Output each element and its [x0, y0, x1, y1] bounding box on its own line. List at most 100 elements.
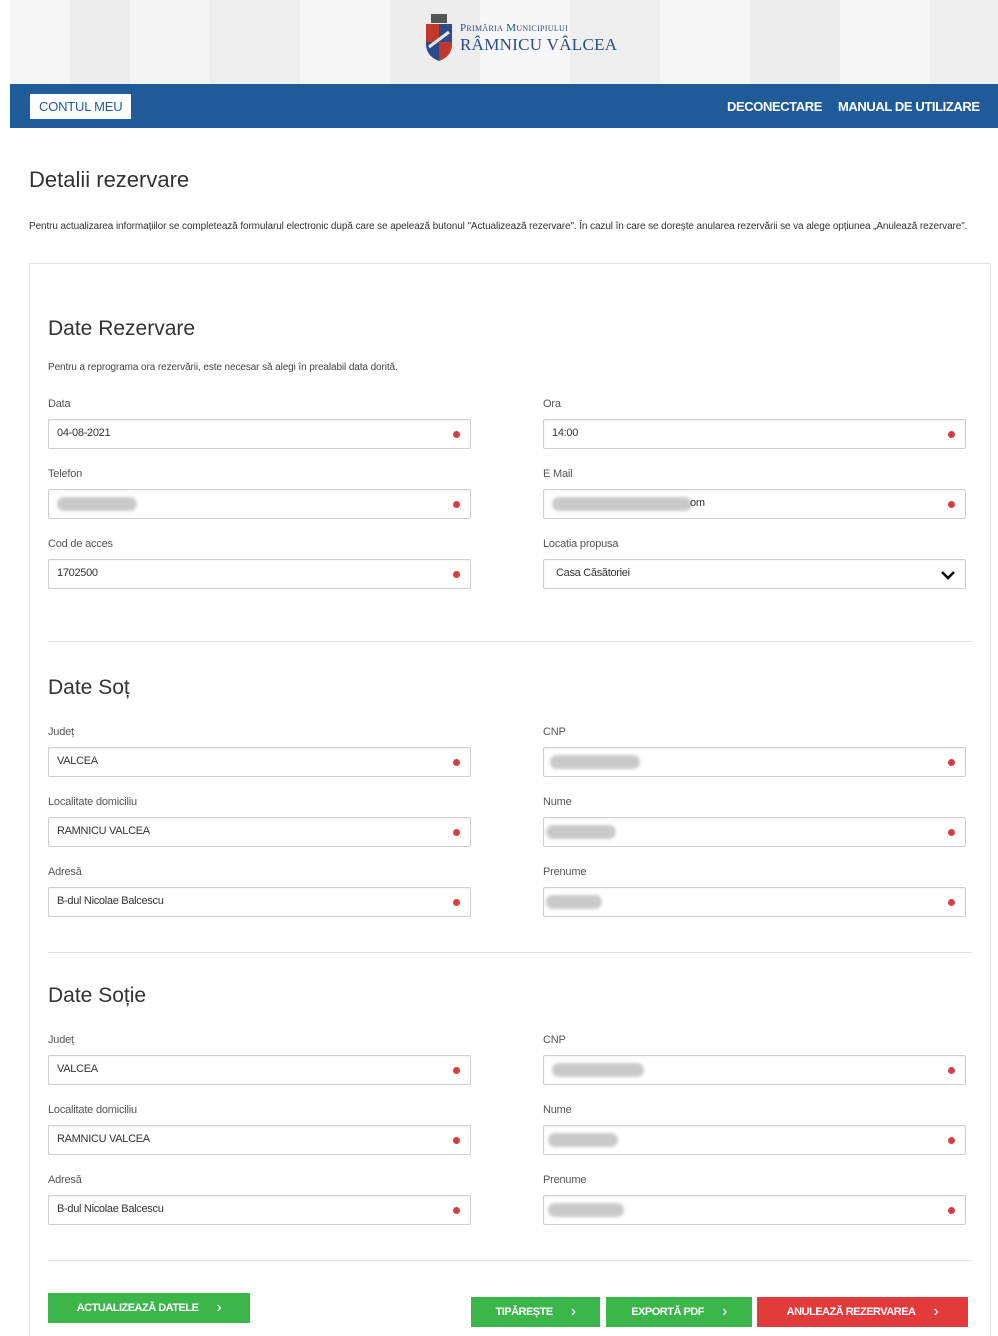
husband-cnp-input[interactable]: [543, 747, 966, 777]
wife-county-value: VALCEA: [57, 1063, 98, 1075]
wife-firstname-label: Prenume: [543, 1174, 587, 1186]
chevron-right-icon: ›: [216, 1299, 222, 1316]
section-title-reservation: Date Rezervare: [48, 317, 196, 340]
wife-locality-input[interactable]: RAMNICU VALCEA: [48, 1125, 471, 1155]
wife-cnp-input[interactable]: [543, 1055, 966, 1085]
wife-locality-label: Localitate domiciliu: [48, 1104, 137, 1116]
date-input[interactable]: 04-08-2021: [48, 419, 471, 449]
required-indicator: [453, 431, 460, 438]
wife-address-value: B-dul Nicolae Balcescu: [57, 1203, 164, 1215]
section-title-wife: Date Soție: [48, 984, 147, 1007]
required-indicator: [948, 1067, 955, 1074]
location-label: Locatia propusa: [543, 538, 619, 550]
export-pdf-button[interactable]: EXPORTĂ PDF ›: [606, 1297, 752, 1327]
coat-of-arms-icon: [426, 14, 452, 61]
husband-firstname-label: Prenume: [543, 866, 587, 878]
reschedule-note: Pentru a reprograma ora rezervării, este…: [48, 362, 398, 373]
export-pdf-label: EXPORTĂ PDF: [631, 1306, 704, 1318]
redacted-value: [546, 895, 602, 909]
logo-line1: Primăria Municipiului: [460, 22, 569, 34]
phone-input[interactable]: [48, 489, 471, 519]
redacted-value: [552, 1063, 644, 1077]
access-code-input[interactable]: 1702500: [48, 559, 471, 589]
location-value: Casa Căsătoriei: [556, 567, 630, 579]
redacted-value: [552, 497, 692, 511]
wife-lastname-input[interactable]: [543, 1125, 966, 1155]
husband-lastname-input[interactable]: [543, 817, 966, 847]
wife-firstname-input[interactable]: [543, 1195, 966, 1225]
wife-county-input[interactable]: VALCEA: [48, 1055, 471, 1085]
time-input[interactable]: 14:00: [543, 419, 966, 449]
husband-locality-label: Localitate domiciliu: [48, 796, 137, 808]
required-indicator: [948, 1137, 955, 1144]
section-title-husband: Date Soț: [48, 676, 130, 699]
phone-label: Telefon: [48, 468, 83, 480]
wife-address-label: Adresă: [48, 1174, 82, 1186]
redacted-value: [548, 1133, 618, 1147]
husband-address-label: Adresă: [48, 866, 82, 878]
required-indicator: [453, 899, 460, 906]
husband-county-label: Județ: [48, 726, 74, 738]
husband-county-value: VALCEA: [57, 755, 98, 767]
husband-county-input[interactable]: VALCEA: [48, 747, 471, 777]
logout-link[interactable]: DECONECTARE: [727, 99, 822, 114]
chevron-right-icon: ›: [570, 1303, 576, 1320]
chevron-right-icon: ›: [933, 1303, 939, 1320]
required-indicator: [948, 899, 955, 906]
redacted-value: [546, 825, 616, 839]
print-label: TIPĂREȘTE: [495, 1306, 553, 1318]
city-logo[interactable]: Primăria Municipiului RÂMNICU VÂLCEA: [424, 14, 617, 62]
user-manual-link[interactable]: MANUAL DE UTILIZARE: [838, 99, 980, 114]
access-code-value: 1702500: [57, 567, 98, 579]
required-indicator: [453, 1207, 460, 1214]
wife-address-input[interactable]: B-dul Nicolae Balcescu: [48, 1195, 471, 1225]
required-indicator: [453, 1067, 460, 1074]
page-intro: Pentru actualizarea informațiilor se com…: [29, 221, 968, 232]
chevron-down-icon: [941, 571, 955, 580]
location-select[interactable]: Casa Căsătoriei: [543, 559, 966, 589]
wife-lastname-label: Nume: [543, 1104, 572, 1116]
husband-locality-input[interactable]: RAMNICU VALCEA: [48, 817, 471, 847]
husband-lastname-label: Nume: [543, 796, 572, 808]
wife-cnp-label: CNP: [543, 1034, 566, 1046]
section-divider: [48, 641, 972, 642]
required-indicator: [948, 759, 955, 766]
husband-locality-value: RAMNICU VALCEA: [57, 825, 150, 837]
email-input[interactable]: om: [543, 489, 966, 519]
section-divider: [48, 952, 972, 953]
site-header: Primăria Municipiului RÂMNICU VÂLCEA: [10, 0, 998, 84]
print-button[interactable]: TIPĂREȘTE ›: [471, 1297, 600, 1327]
section-divider: [48, 1260, 972, 1261]
redacted-value: [548, 1203, 624, 1217]
logo-line2: RÂMNICU VÂLCEA: [460, 35, 618, 54]
my-account-button[interactable]: CONTUL MEU: [30, 94, 132, 119]
update-data-button[interactable]: ACTUALIZEAZĂ DATELE ›: [48, 1293, 250, 1323]
husband-address-value: B-dul Nicolae Balcescu: [57, 895, 164, 907]
update-data-label: ACTUALIZEAZĂ DATELE: [76, 1302, 199, 1314]
top-navbar: CONTUL MEU DECONECTARE MANUAL DE UTILIZA…: [10, 84, 998, 128]
wife-county-label: Județ: [48, 1034, 74, 1046]
cancel-reservation-label: ANULEAZĂ REZERVAREA: [786, 1306, 916, 1318]
page-title: Detalii rezervare: [29, 167, 190, 192]
husband-address-input[interactable]: B-dul Nicolae Balcescu: [48, 887, 471, 917]
date-value: 04-08-2021: [57, 427, 111, 439]
cancel-reservation-button[interactable]: ANULEAZĂ REZERVAREA ›: [757, 1297, 968, 1327]
required-indicator: [948, 829, 955, 836]
redacted-value: [550, 755, 640, 769]
required-indicator: [453, 829, 460, 836]
time-value: 14:00: [552, 427, 579, 439]
wife-locality-value: RAMNICU VALCEA: [57, 1133, 150, 1145]
redacted-value: [57, 497, 137, 511]
required-indicator: [948, 501, 955, 508]
required-indicator: [948, 431, 955, 438]
access-code-label: Cod de acces: [48, 538, 113, 550]
required-indicator: [453, 759, 460, 766]
chevron-right-icon: ›: [721, 1303, 727, 1320]
email-tail: om: [690, 497, 705, 509]
husband-cnp-label: CNP: [543, 726, 566, 738]
time-label: Ora: [543, 398, 561, 410]
required-indicator: [948, 1207, 955, 1214]
husband-firstname-input[interactable]: [543, 887, 966, 917]
required-indicator: [453, 501, 460, 508]
date-label: Data: [48, 398, 71, 410]
